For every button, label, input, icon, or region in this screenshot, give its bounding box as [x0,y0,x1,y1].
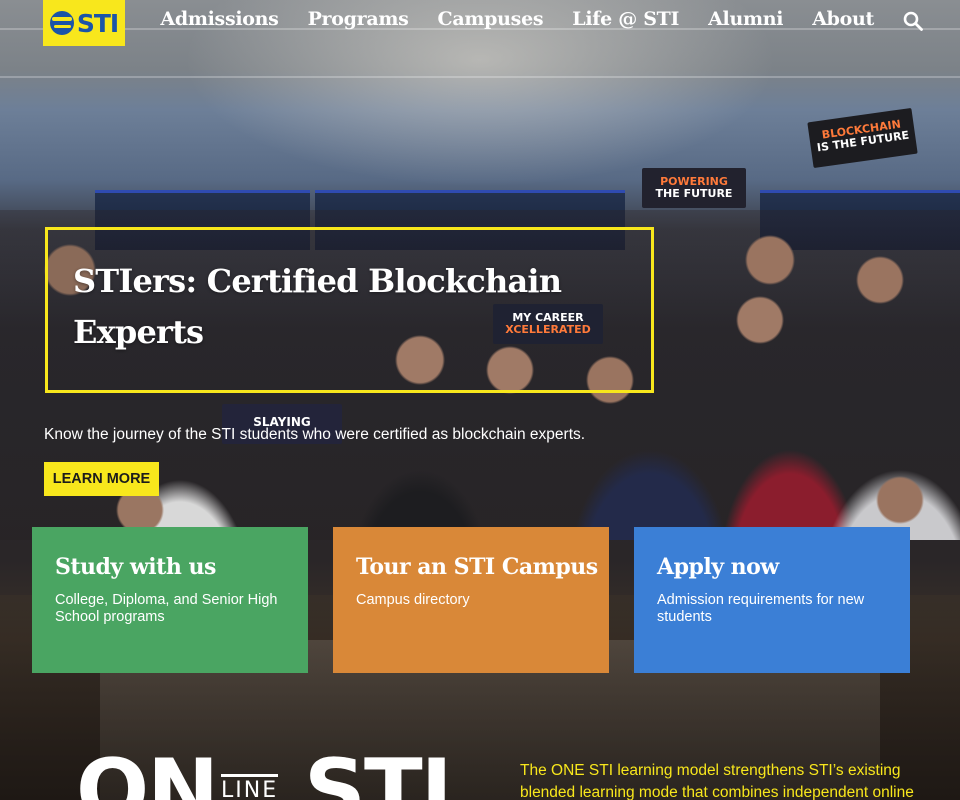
featured-lede: Know the journey of the STI students who… [44,426,586,443]
one-sti-logo: ON LINE STI [76,748,476,800]
study-with-us-card[interactable]: Study with us College, Diploma, and Seni… [32,527,308,673]
ceiling-light [0,76,960,78]
tour-campus-card[interactable]: Tour an STI Campus Campus directory [333,527,609,673]
main-nav: Admissions Programs Campuses Life @ STI … [160,8,874,30]
sti-logo[interactable]: STI [43,0,125,46]
one-sti-logo-sti: STI [304,748,453,800]
nav-campuses[interactable]: Campuses [438,8,544,30]
card-title: Study with us [55,554,216,580]
blockchain-sign: BLOCKCHAIN IS THE FUTURE [807,107,918,169]
search-icon[interactable] [903,11,923,31]
card-description: College, Diploma, and Senior High School… [55,592,278,625]
nav-life-at-sti[interactable]: Life @ STI [572,8,679,30]
hero-background-photo: BLOCKCHAIN IS THE FUTURE POWERING THE FU… [0,0,960,800]
globe-icon [49,11,74,35]
card-description: Admission requirements for new students [657,592,865,625]
powering-sign: POWERING THE FUTURE [642,168,746,208]
learn-more-button[interactable]: LEARN MORE [44,462,159,496]
one-sti-logo-on: ON [76,748,219,800]
site-header: STI Admissions Programs Campuses Life @ … [0,0,960,46]
nav-admissions[interactable]: Admissions [160,8,278,30]
one-sti-logo-line: LINE [221,774,279,800]
featured-headline[interactable]: STIers: Certified Blockchain Experts [73,256,633,358]
card-title: Apply now [657,554,779,580]
apply-now-card[interactable]: Apply now Admission requirements for new… [634,527,910,673]
card-title: Tour an STI Campus [356,554,598,580]
nav-alumni[interactable]: Alumni [708,8,783,30]
nav-about[interactable]: About [812,8,874,30]
logo-text: STI [76,8,119,38]
one-sti-description: The ONE STI learning model strengthens S… [520,762,914,800]
nav-programs[interactable]: Programs [308,8,409,30]
card-description: Campus directory [356,592,470,608]
